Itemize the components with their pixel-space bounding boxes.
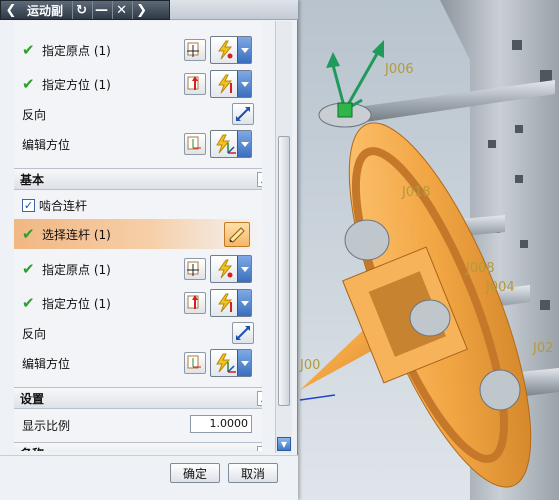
point-inference-combo[interactable] xyxy=(210,255,252,283)
joint-label: J006 xyxy=(384,62,414,77)
vertical-scrollbar[interactable]: ▼ xyxy=(275,21,292,453)
pencil-icon xyxy=(229,227,245,243)
display-scale-label: 显示比例 xyxy=(22,418,71,433)
reverse-row: 反向 xyxy=(14,99,262,129)
vector-dialog-button[interactable] xyxy=(184,73,206,95)
csys-dialog-button[interactable] xyxy=(184,352,206,374)
dropdown-arrow-icon[interactable] xyxy=(237,256,251,282)
section-name-header[interactable]: 名称 ▲ xyxy=(14,442,262,451)
reverse-direction-icon xyxy=(236,107,250,121)
specify-orientation-row: ✔ 指定方位 (1) xyxy=(14,69,262,99)
edit-orientation-row: 编辑方位 xyxy=(14,129,262,159)
back-icon[interactable]: ❮ xyxy=(2,1,20,19)
check-icon: ✔ xyxy=(22,41,35,59)
specify-origin-label: 指定原点 (1) xyxy=(42,43,111,58)
cancel-button[interactable]: 取消 xyxy=(228,463,278,483)
scroll-down-icon[interactable]: ▼ xyxy=(277,437,291,451)
edit-orientation-row: 编辑方位 xyxy=(14,348,262,378)
lightning-point-icon xyxy=(218,259,233,279)
dropdown-arrow-icon[interactable] xyxy=(237,131,251,157)
section-basic-header[interactable]: 基本 ▲ xyxy=(14,168,262,190)
lightning-vector-icon xyxy=(218,293,233,313)
dropdown-arrow-icon[interactable] xyxy=(237,290,251,316)
engage-link-label: 啮合连杆 xyxy=(39,198,88,213)
engage-link-row: ✓ 啮合连杆 xyxy=(14,192,262,218)
vector-inference-combo[interactable] xyxy=(210,70,252,98)
dropdown-arrow-icon[interactable] xyxy=(237,350,251,376)
reverse-label: 反向 xyxy=(22,326,47,341)
joint-label: J00 xyxy=(299,358,320,373)
select-link-label: 选择连杆 (1) xyxy=(42,227,111,242)
more-icon[interactable]: ❯ xyxy=(132,1,150,19)
dropdown-arrow-icon[interactable] xyxy=(237,71,251,97)
point-inference-combo[interactable] xyxy=(210,36,252,64)
check-icon: ✔ xyxy=(22,294,35,312)
joint-label: J004 xyxy=(485,280,515,295)
vector-constructor-icon xyxy=(187,76,199,90)
lightning-vector-icon xyxy=(218,74,233,94)
section-name-title: 名称 xyxy=(20,445,44,452)
display-scale-row: 显示比例 1.0000 xyxy=(14,412,262,438)
check-icon: ✔ xyxy=(22,75,35,93)
scrollbar-thumb[interactable] xyxy=(278,136,290,406)
dialog-footer: 确定 取消 xyxy=(0,455,298,500)
ok-button[interactable]: 确定 xyxy=(170,463,220,483)
reverse-direction-button[interactable] xyxy=(232,103,254,125)
csys-inference-combo[interactable] xyxy=(210,349,252,377)
reverse-direction-button[interactable] xyxy=(232,322,254,344)
point-dialog-button[interactable] xyxy=(184,39,206,61)
reverse-row: 反向 xyxy=(14,318,262,348)
vector-dialog-button[interactable] xyxy=(184,292,206,314)
select-link-button[interactable] xyxy=(224,222,250,247)
point-dialog-button[interactable] xyxy=(184,258,206,280)
specify-orientation-label: 指定方位 (1) xyxy=(42,296,111,311)
reverse-direction-icon xyxy=(236,326,250,340)
section-basic-title: 基本 xyxy=(20,172,45,187)
csys-inference-combo[interactable] xyxy=(210,130,252,158)
csys-constructor-icon xyxy=(187,136,201,150)
section-settings-title: 设置 xyxy=(20,391,45,406)
title-strip xyxy=(170,0,298,20)
point-constructor-icon xyxy=(187,261,199,276)
collapse-icon[interactable]: ▲ xyxy=(257,391,262,406)
joint-label: J018 xyxy=(401,185,431,200)
specify-orientation-label: 指定方位 (1) xyxy=(42,77,111,92)
specify-origin-row: ✔ 指定原点 (1) xyxy=(14,35,262,65)
check-icon: ✔ xyxy=(22,225,35,243)
lightning-csys-icon xyxy=(216,134,236,154)
dialog-titlebar[interactable]: ❮ 运动副 ↻ — ✕ ❯ xyxy=(0,0,170,20)
lightning-csys-icon xyxy=(216,353,236,373)
select-link-row[interactable]: ✔ 选择连杆 (1) xyxy=(14,219,262,249)
csys-constructor-icon xyxy=(187,355,201,369)
minimize-icon[interactable]: — xyxy=(92,1,110,19)
specify-orientation-row: ✔ 指定方位 (1) xyxy=(14,288,262,318)
specify-origin-row: ✔ 指定原点 (1) xyxy=(14,254,262,284)
vector-constructor-icon xyxy=(187,295,199,309)
close-icon[interactable]: ✕ xyxy=(112,1,130,19)
vector-inference-combo[interactable] xyxy=(210,289,252,317)
lightning-point-icon xyxy=(218,40,233,60)
collapse-icon[interactable]: ▲ xyxy=(257,446,262,451)
display-scale-input[interactable]: 1.0000 xyxy=(190,415,252,433)
point-constructor-icon xyxy=(187,42,199,57)
section-settings-header[interactable]: 设置 ▲ xyxy=(14,387,262,409)
joint-label: J02 xyxy=(532,341,553,356)
motion-joint-dialog: ❮ 运动副 ↻ — ✕ ❯ ✔ 指定原点 (1) ✔ 指定方位 (1) 反向 编… xyxy=(0,0,298,500)
csys-dialog-button[interactable] xyxy=(184,133,206,155)
dropdown-arrow-icon[interactable] xyxy=(237,37,251,63)
edit-orientation-label: 编辑方位 xyxy=(22,137,71,152)
engage-link-checkbox[interactable]: ✓ xyxy=(22,198,35,212)
collapse-icon[interactable]: ▲ xyxy=(257,172,262,187)
reverse-label: 反向 xyxy=(22,107,47,122)
dialog-scroll-area[interactable]: ✔ 指定原点 (1) ✔ 指定方位 (1) 反向 编辑方位 基本 ✓ 啮合连杆 … xyxy=(14,21,262,451)
edit-orientation-label: 编辑方位 xyxy=(22,356,71,371)
refresh-icon[interactable]: ↻ xyxy=(72,1,90,19)
specify-origin-label: 指定原点 (1) xyxy=(42,262,111,277)
check-icon: ✔ xyxy=(22,260,35,278)
joint-label: J008 xyxy=(465,261,495,276)
dialog-title: 运动副 xyxy=(27,3,64,18)
